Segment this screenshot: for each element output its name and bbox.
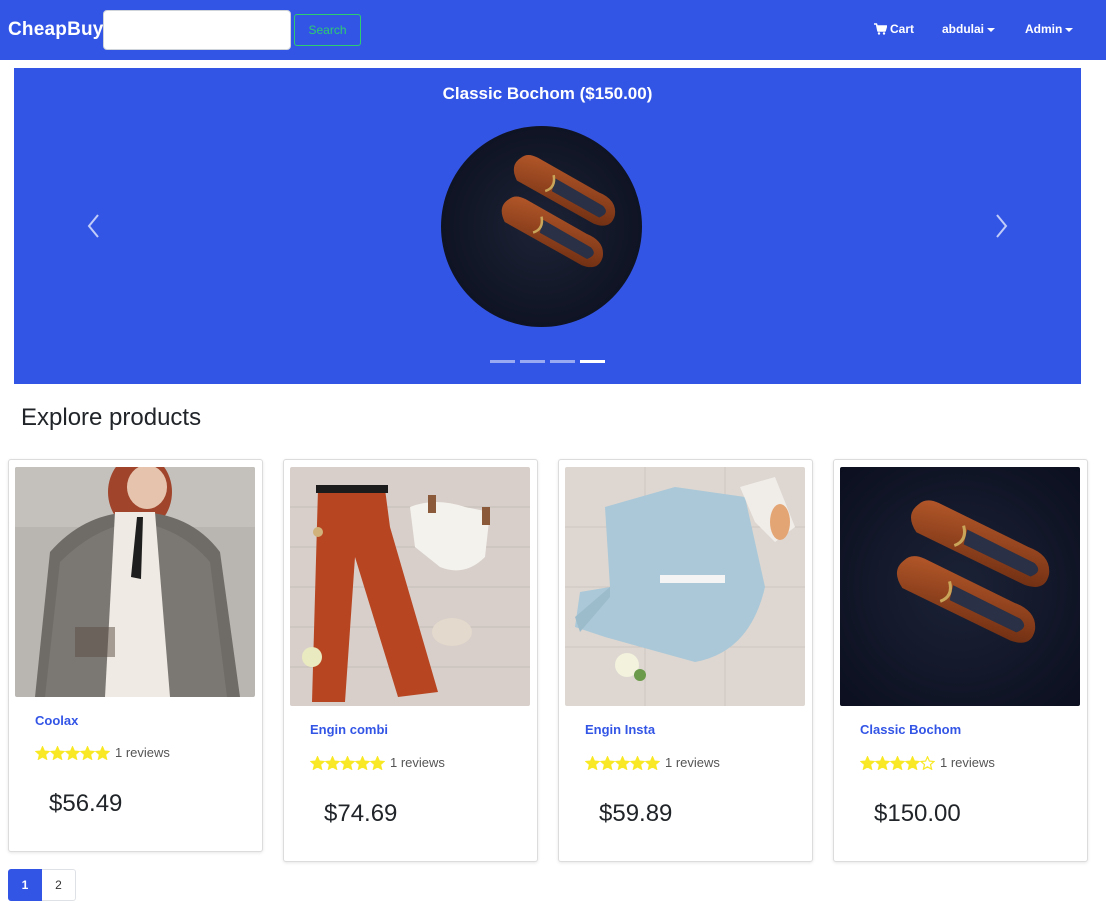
caret-down-icon (987, 27, 996, 32)
product-image[interactable] (15, 467, 255, 697)
carousel-caption[interactable]: Classic Bochom ($150.00) (14, 84, 1081, 104)
carousel-indicator[interactable] (520, 360, 545, 363)
product-name[interactable]: Engin combi (310, 722, 388, 737)
page-1-button[interactable]: 1 (8, 869, 42, 901)
carousel-indicator[interactable] (490, 360, 515, 363)
carousel-next-button[interactable] (991, 211, 1011, 241)
caret-down-icon (1065, 27, 1074, 32)
blue-shirt-image (565, 467, 805, 706)
section-title: Explore products (21, 404, 202, 431)
top-navbar: CheapBuy Search Cart abdulai Admin (0, 0, 1106, 60)
star-filled-icon (324, 754, 341, 770)
brand-logo[interactable]: CheapBuy (8, 19, 104, 41)
user-label: abdulai (942, 22, 985, 36)
carousel-indicator[interactable] (550, 360, 575, 363)
star-filled-icon (49, 744, 66, 760)
product-price: $74.69 (324, 800, 398, 827)
star-filled-icon (614, 754, 631, 770)
loafers-image (840, 467, 1080, 706)
star-filled-icon (339, 754, 356, 770)
product-name[interactable]: Engin Insta (585, 722, 655, 737)
rating-stars (34, 744, 111, 760)
star-filled-icon (874, 754, 891, 770)
star-filled-icon (889, 754, 906, 770)
reviews-count: 1 reviews (665, 755, 720, 770)
page-2-button[interactable]: 2 (42, 869, 76, 901)
chevron-right-icon (996, 214, 1008, 238)
admin-label: Admin (1025, 22, 1063, 36)
carousel-prev-button[interactable] (84, 211, 104, 241)
product-rating: 1 reviews (34, 744, 170, 760)
reviews-count: 1 reviews (390, 755, 445, 770)
rating-stars (309, 754, 386, 770)
product-card: Classic Bochom 1 reviews $150.00 (833, 459, 1088, 862)
cart-link[interactable]: Cart (874, 21, 914, 37)
orange-trousers-image (290, 467, 530, 706)
rating-stars (859, 754, 936, 770)
star-filled-icon (309, 754, 326, 770)
star-filled-icon (904, 754, 921, 770)
product-card: Coolax 1 reviews $56.49 (8, 459, 263, 852)
search-input[interactable] (103, 10, 291, 50)
reviews-count: 1 reviews (940, 755, 995, 770)
woman-blazer-image (15, 467, 255, 697)
star-filled-icon (584, 754, 601, 770)
star-filled-icon (369, 754, 386, 770)
user-dropdown[interactable]: abdulai (942, 21, 996, 37)
star-filled-icon (94, 744, 111, 760)
chevron-left-icon (87, 214, 99, 238)
loafers-image (441, 126, 642, 327)
product-price: $56.49 (49, 790, 123, 817)
shopping-cart-icon (874, 23, 888, 39)
product-rating: 1 reviews (309, 754, 445, 770)
product-card: Engin Insta 1 reviews $59.89 (558, 459, 813, 862)
star-filled-icon (64, 744, 81, 760)
star-filled-icon (644, 754, 661, 770)
star-filled-icon (599, 754, 616, 770)
product-image[interactable] (565, 467, 805, 706)
star-filled-icon (34, 744, 51, 760)
product-rating: 1 reviews (859, 754, 995, 770)
product-rating: 1 reviews (584, 754, 720, 770)
star-filled-icon (354, 754, 371, 770)
product-image[interactable] (290, 467, 530, 706)
star-filled-icon (79, 744, 96, 760)
admin-dropdown[interactable]: Admin (1025, 21, 1074, 37)
product-name[interactable]: Coolax (35, 713, 78, 728)
reviews-count: 1 reviews (115, 745, 170, 760)
product-name[interactable]: Classic Bochom (860, 722, 961, 737)
carousel-product-image[interactable] (441, 126, 642, 327)
carousel-indicator-active[interactable] (580, 360, 605, 363)
product-price: $59.89 (599, 800, 673, 827)
pagination: 1 2 (8, 869, 76, 901)
product-carousel: Classic Bochom ($150.00) (14, 68, 1081, 384)
rating-stars (584, 754, 661, 770)
product-image[interactable] (840, 467, 1080, 706)
star-outline-icon (919, 754, 936, 770)
product-card: Engin combi 1 reviews $74.69 (283, 459, 538, 862)
cart-label: Cart (890, 22, 915, 36)
star-filled-icon (859, 754, 876, 770)
product-price: $150.00 (874, 800, 961, 827)
star-filled-icon (629, 754, 646, 770)
search-button[interactable]: Search (294, 14, 361, 46)
